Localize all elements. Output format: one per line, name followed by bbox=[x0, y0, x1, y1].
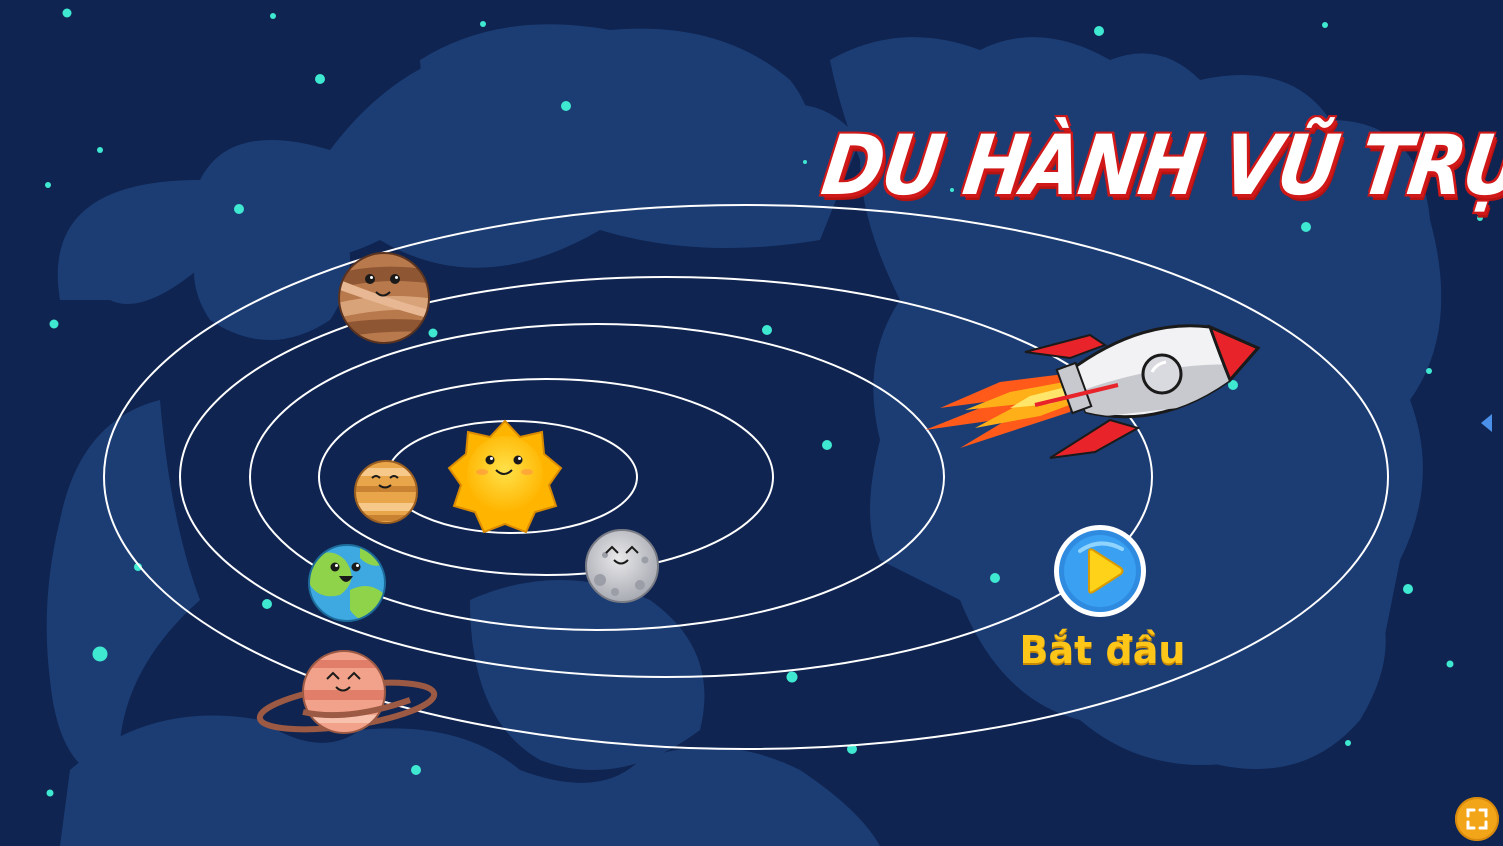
start-button[interactable] bbox=[1052, 523, 1148, 619]
saturn-planet bbox=[256, 650, 438, 734]
sun-planet bbox=[447, 419, 563, 534]
play-icon bbox=[1054, 525, 1146, 617]
fullscreen-icon bbox=[1466, 808, 1488, 830]
triangle-left-icon[interactable] bbox=[1478, 412, 1494, 434]
game-stage: DU HÀNH VŨ TRỤ Bắt đầu bbox=[0, 0, 1503, 846]
venus-planet bbox=[354, 460, 418, 524]
moon-planet bbox=[585, 529, 659, 603]
start-label[interactable]: Bắt đầu bbox=[1000, 628, 1205, 672]
game-title: DU HÀNH VŨ TRỤ bbox=[816, 118, 1503, 215]
earth-planet bbox=[308, 544, 386, 622]
fullscreen-button[interactable] bbox=[1455, 797, 1499, 841]
